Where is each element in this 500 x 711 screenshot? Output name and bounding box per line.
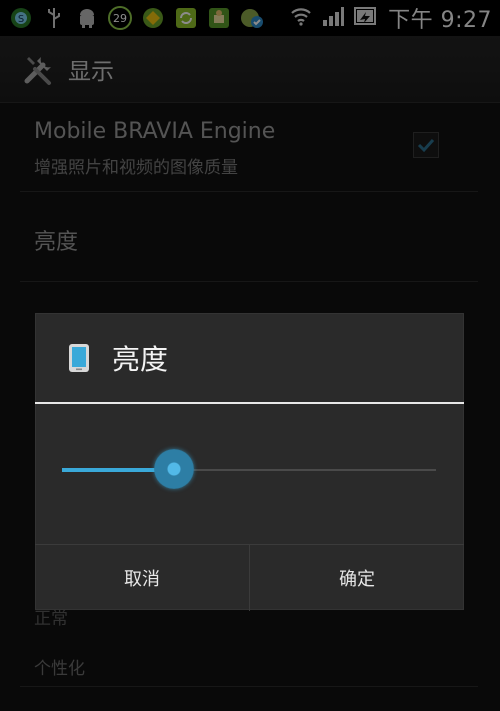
cancel-button[interactable]: 取消 — [35, 545, 249, 611]
phone-icon — [68, 343, 90, 373]
brightness-dialog: 亮度 取消 确定 — [35, 313, 464, 611]
dialog-header: 亮度 — [35, 313, 464, 404]
slider-thumb[interactable] — [154, 449, 194, 489]
ok-button[interactable]: 确定 — [249, 545, 464, 611]
brightness-slider[interactable] — [62, 447, 436, 493]
screen: S 29 下午 9:27 显示 Mobile BRAVIA Engine 增强照… — [0, 0, 500, 711]
dialog-title: 亮度 — [112, 342, 169, 376]
dialog-buttons: 取消 确定 — [35, 544, 464, 611]
